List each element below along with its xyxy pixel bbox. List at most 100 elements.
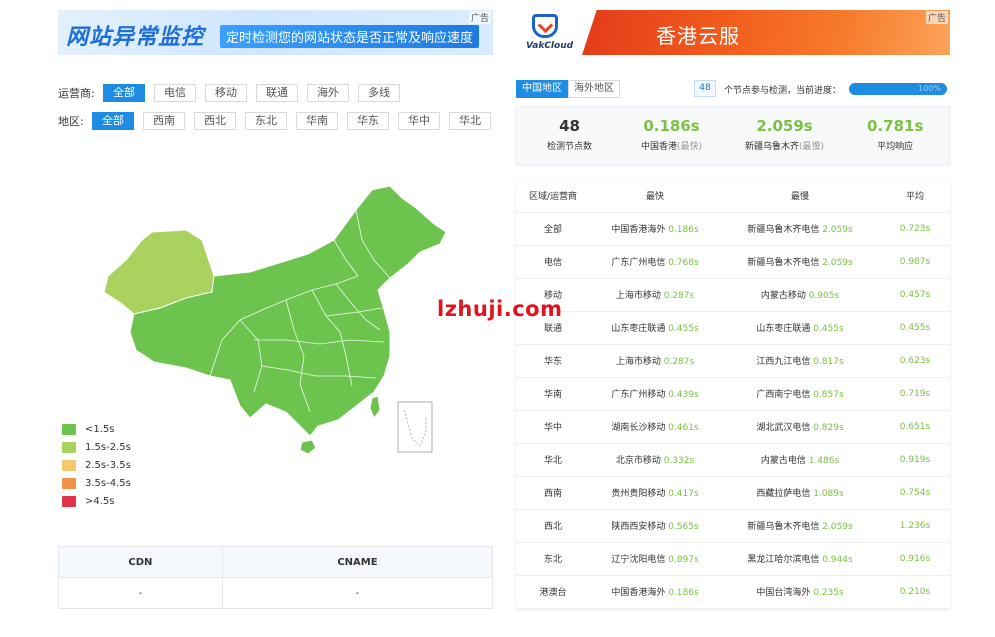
row-slowest: 黑龙江哈尔滨电信 0.944s bbox=[720, 542, 880, 576]
legend-label: 3.5s-4.5s bbox=[85, 477, 131, 489]
row-average: 0.723s bbox=[880, 212, 950, 246]
tab-china[interactable]: 中国地区 bbox=[516, 80, 568, 98]
region-chip-northeast[interactable]: 东北 bbox=[245, 112, 287, 130]
ad-banner-monitoring[interactable]: 网站异常监控 定时检测您的网站状态是否正常及响应速度 广告 bbox=[58, 10, 493, 55]
isp-filter: 运营商: 全部 电信 移动 联通 海外 多线 bbox=[58, 84, 409, 102]
row-fastest: 陕西西安移动 0.565s bbox=[590, 509, 720, 543]
row-fastest: 贵州贵阳移动 0.417s bbox=[590, 476, 720, 510]
table-row: 东北 辽宁沈阳电信 0.897s 黑龙江哈尔滨电信 0.944s 0.916s bbox=[516, 542, 950, 576]
row-slowest: 内蒙古移动 0.905s bbox=[720, 278, 880, 312]
header-region: 区域/运营商 bbox=[516, 180, 590, 213]
row-slowest: 新疆乌鲁木齐电信 2.059s bbox=[720, 245, 880, 279]
fastest-location: 上海市移动 bbox=[615, 357, 661, 367]
region-chip-south[interactable]: 华南 bbox=[296, 112, 338, 130]
fastest-time: 0.186s bbox=[668, 225, 699, 235]
legend-item: 3.5s-4.5s bbox=[62, 474, 131, 492]
row-average: 0.623s bbox=[880, 344, 950, 378]
fastest-location: 广东广州电信 bbox=[611, 258, 666, 268]
isp-chip-unicom[interactable]: 联通 bbox=[256, 84, 298, 102]
row-fastest: 广东广州电信 0.768s bbox=[590, 245, 720, 279]
region-chip-southwest[interactable]: 西南 bbox=[143, 112, 185, 130]
stat-slowest-label: 新疆乌鲁木齐(最慢) bbox=[745, 139, 824, 152]
region-chip-east[interactable]: 华东 bbox=[347, 112, 389, 130]
tab-overseas[interactable]: 海外地区 bbox=[568, 80, 620, 98]
slowest-time: 2.059s bbox=[822, 225, 853, 235]
stat-total-value: 48 bbox=[559, 117, 580, 135]
row-region: 电信 bbox=[516, 245, 590, 279]
table-row: 港澳台 中国香港海外 0.186s 中国台湾海外 0.235s 0.210s bbox=[516, 575, 950, 609]
legend-label: <1.5s bbox=[85, 423, 115, 435]
row-fastest: 辽宁沈阳电信 0.897s bbox=[590, 542, 720, 576]
row-fastest: 湖南长沙移动 0.461s bbox=[590, 410, 720, 444]
stat-fastest-qualifier: (最快) bbox=[677, 142, 703, 152]
slowest-location: 江西九江电信 bbox=[756, 357, 811, 367]
south-china-sea-inset bbox=[397, 401, 433, 453]
legend-swatch bbox=[62, 477, 76, 489]
legend-swatch bbox=[62, 459, 76, 471]
slowest-time: 0.829s bbox=[813, 423, 844, 433]
table-row: 华中 湖南长沙移动 0.461s 湖北武汉电信 0.829s 0.651s bbox=[516, 410, 950, 444]
row-slowest: 西藏拉萨电信 1.089s bbox=[720, 476, 880, 510]
map-region-hainan[interactable] bbox=[299, 439, 317, 455]
row-average: 0.916s bbox=[880, 542, 950, 576]
isp-chip-overseas[interactable]: 海外 bbox=[307, 84, 349, 102]
cdn-value: - bbox=[58, 577, 223, 609]
region-chip-north[interactable]: 华北 bbox=[449, 112, 491, 130]
table-row: 移动 上海市移动 0.287s 内蒙古移动 0.905s 0.457s bbox=[516, 278, 950, 312]
slowest-time: 0.857s bbox=[813, 390, 844, 400]
row-fastest: 山东枣庄联通 0.455s bbox=[590, 311, 720, 345]
slowest-time: 2.059s bbox=[822, 258, 853, 268]
row-fastest: 上海市移动 0.287s bbox=[590, 278, 720, 312]
slowest-time: 1.089s bbox=[813, 489, 844, 499]
fastest-location: 中国香港海外 bbox=[611, 225, 666, 235]
stat-slowest-qualifier: (最慢) bbox=[799, 142, 825, 152]
slowest-location: 新疆乌鲁木齐电信 bbox=[747, 258, 820, 268]
table-row: 华北 北京市移动 0.332s 内蒙古电信 1.486s 0.919s bbox=[516, 443, 950, 477]
legend-label: >4.5s bbox=[85, 495, 115, 507]
legend-item: 1.5s-2.5s bbox=[62, 438, 131, 456]
table-row: 联通 山东枣庄联通 0.455s 山东枣庄联通 0.455s 0.455s bbox=[516, 311, 950, 345]
slowest-time: 2.059s bbox=[822, 522, 853, 532]
map-region-taiwan[interactable] bbox=[369, 395, 381, 420]
watermark: lzhuji.com bbox=[437, 297, 563, 321]
row-slowest: 内蒙古电信 1.486s bbox=[720, 443, 880, 477]
row-slowest: 山东枣庄联通 0.455s bbox=[720, 311, 880, 345]
isp-chip-multiline[interactable]: 多线 bbox=[358, 84, 400, 102]
slowest-location: 新疆乌鲁木齐电信 bbox=[747, 522, 820, 532]
region-tabs: 中国地区 海外地区 bbox=[516, 80, 620, 98]
row-fastest: 上海市移动 0.287s bbox=[590, 344, 720, 378]
shield-logo-icon bbox=[532, 14, 558, 38]
isp-chip-mobile[interactable]: 移动 bbox=[205, 84, 247, 102]
table-row: 电信 广东广州电信 0.768s 新疆乌鲁木齐电信 2.059s 0.987s bbox=[516, 245, 950, 279]
region-filter: 地区: 全部 西南 西北 东北 华南 华东 华中 华北 bbox=[58, 112, 500, 130]
ad-tag: 广告 bbox=[468, 11, 491, 24]
cdn-header: CDN bbox=[58, 546, 223, 578]
region-chip-central[interactable]: 华中 bbox=[398, 112, 440, 130]
fastest-time: 0.186s bbox=[668, 588, 699, 598]
progress-percent: 100% bbox=[918, 84, 941, 93]
row-slowest: 新疆乌鲁木齐电信 2.059s bbox=[720, 509, 880, 543]
stat-slowest-location: 新疆乌鲁木齐 bbox=[745, 142, 800, 152]
ad-banner-hk-cloud[interactable]: VakCloud 香港云服 广告 bbox=[516, 10, 950, 55]
row-average: 0.455s bbox=[880, 311, 950, 345]
fastest-time: 0.897s bbox=[668, 555, 699, 565]
map-region-mainland[interactable] bbox=[129, 185, 447, 437]
slowest-location: 山东枣庄联通 bbox=[756, 324, 811, 334]
slowest-location: 新疆乌鲁木齐电信 bbox=[747, 225, 820, 235]
legend-swatch bbox=[62, 495, 76, 507]
fastest-location: 辽宁沈阳电信 bbox=[611, 555, 666, 565]
stat-fastest: 0.186s 中国香港(最快) bbox=[641, 117, 702, 152]
region-chip-all[interactable]: 全部 bbox=[92, 112, 134, 130]
fastest-time: 0.287s bbox=[663, 357, 695, 367]
fastest-time: 0.439s bbox=[668, 390, 699, 400]
region-chip-northwest[interactable]: 西北 bbox=[194, 112, 236, 130]
row-region: 华中 bbox=[516, 410, 590, 444]
table-row: 华东 上海市移动 0.287s 江西九江电信 0.817s 0.623s bbox=[516, 344, 950, 378]
fastest-time: 0.332s bbox=[663, 456, 695, 466]
header-slowest: 最慢 bbox=[720, 180, 880, 213]
row-average: 0.987s bbox=[880, 245, 950, 279]
result-table: 区域/运营商 最快 最慢 平均 全部 中国香港海外 0.186s 新疆乌鲁木齐电信 … bbox=[516, 180, 950, 609]
isp-chip-all[interactable]: 全部 bbox=[103, 84, 145, 102]
row-average: 0.754s bbox=[880, 476, 950, 510]
isp-chip-telecom[interactable]: 电信 bbox=[154, 84, 196, 102]
